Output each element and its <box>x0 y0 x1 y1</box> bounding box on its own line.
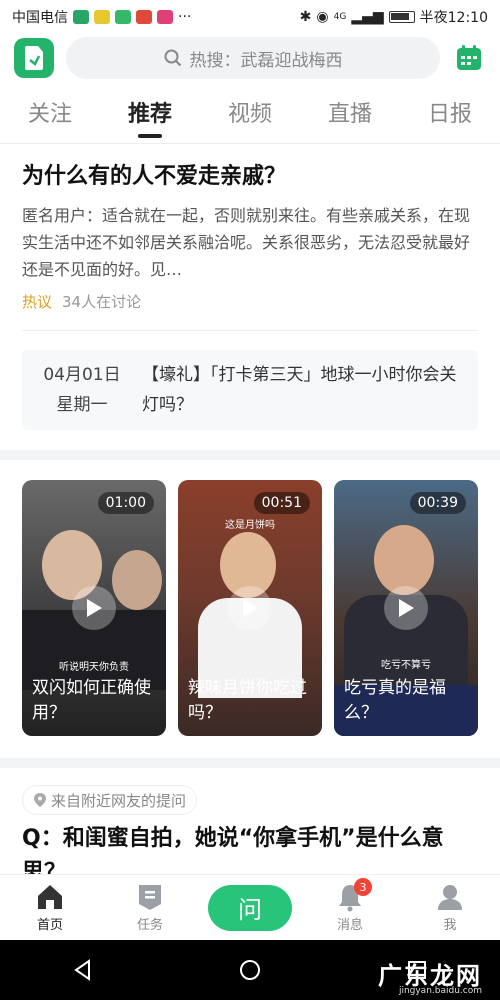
video-subtitle: 听说明天你负责 <box>59 662 129 673</box>
notification-app-icon <box>115 10 131 24</box>
watermark-url: jingyan.baidu.com <box>398 986 482 996</box>
video-duration: 00:51 <box>253 492 310 514</box>
video-thumbnail-figure <box>374 525 434 595</box>
daily-headline: 【壕礼】「打卡第三天」地球一小时你会关灯吗？ <box>142 365 457 415</box>
daily-card[interactable]: 04月01日 星期一 【壕礼】「打卡第三天」地球一小时你会关灯吗？ <box>22 350 478 430</box>
tasks-icon <box>139 885 161 910</box>
messages-badge: 3 <box>354 878 372 896</box>
nav-messages[interactable]: 3 消息 <box>310 878 390 933</box>
question-title[interactable]: Q：和闺蜜自拍，她说“你拿手机”是什么意思？ <box>22 822 478 874</box>
play-icon <box>87 599 102 617</box>
question-source-chip[interactable]: 来自附近网友的提问 <box>22 785 198 815</box>
article-card[interactable]: 为什么有的人不爱走亲戚？ 匿名用户：适合就在一起，否则就别来往。有些亲戚关系，在… <box>22 160 478 312</box>
video-row: 听说明天你负责 01:00 双闪如何正确使用？ 这是月饼吗 00:51 辣味月饼… <box>22 480 478 736</box>
nav-home[interactable]: 首页 <box>10 882 90 933</box>
calendar-icon <box>457 45 481 70</box>
eye-icon: ◉ <box>316 9 329 25</box>
video-subtitle: 这是月饼吗 <box>225 520 275 531</box>
video-caption: 辣味月饼你吃过吗？ <box>188 678 307 723</box>
search-input[interactable]: 热搜：武磊迎战梅西 <box>66 37 440 79</box>
tab-daily[interactable]: 日报 <box>428 96 472 136</box>
article-meta: 热议 34人在讨论 <box>22 291 478 312</box>
nav-me-label: 我 <box>443 918 457 933</box>
video-caption: 吃亏真的是福么？ <box>344 678 446 723</box>
notification-app-icon <box>157 10 173 24</box>
carrier-label: 中国电信 <box>12 10 68 26</box>
status-bar: 中国电信 ··· ✱ ◉ 4G ▂▄▆ 半夜12:10 <box>0 0 500 34</box>
status-left: 中国电信 ··· <box>12 7 191 27</box>
video-thumbnail-figure <box>112 550 162 610</box>
daily-weekday: 星期一 <box>56 395 108 415</box>
notification-app-icon <box>94 10 110 24</box>
battery-icon <box>388 11 415 23</box>
home-icon <box>38 885 62 909</box>
nav-tasks[interactable]: 任务 <box>110 882 190 933</box>
search-icon <box>164 49 181 67</box>
play-button[interactable] <box>228 586 272 630</box>
nav-tasks-label: 任务 <box>136 918 163 933</box>
video-duration: 00:39 <box>409 492 466 514</box>
nav-me[interactable]: 我 <box>410 882 490 933</box>
hot-tag: 热议 <box>22 293 53 311</box>
notification-app-icon <box>136 10 152 24</box>
ask-button[interactable]: 问 <box>208 884 292 931</box>
video-caption: 双闪如何正确使用？ <box>32 678 151 723</box>
nav-ask[interactable]: 问 <box>208 884 292 931</box>
signal-icon: ▂▄▆ <box>351 9 384 25</box>
notification-app-icon <box>73 10 89 24</box>
home-circle-icon[interactable] <box>238 958 262 982</box>
calendar-button[interactable] <box>452 41 486 75</box>
section-separator <box>0 450 500 460</box>
bottom-nav: 首页 任务 问 3 消息 我 <box>0 874 500 940</box>
nav-home-label: 首页 <box>36 918 63 933</box>
daily-date: 04月01日 <box>43 365 121 385</box>
section-separator <box>0 758 500 768</box>
daily-date-block: 04月01日 星期一 <box>22 360 142 420</box>
question-source-label: 来自附近网友的提问 <box>51 791 187 810</box>
app-logo-glyph <box>25 46 43 70</box>
user-icon <box>438 885 462 910</box>
play-button[interactable] <box>384 586 428 630</box>
video-duration: 01:00 <box>97 492 154 514</box>
divider <box>22 330 478 331</box>
play-icon <box>399 599 414 617</box>
app-logo-icon[interactable] <box>14 38 54 78</box>
tab-recommended[interactable]: 推荐 <box>128 96 172 138</box>
video-card[interactable]: 这是月饼吗 00:51 辣味月饼你吃过吗？ <box>178 480 322 736</box>
more-notifications-icon: ··· <box>178 9 192 25</box>
discussion-count: 34人在讨论 <box>62 293 142 311</box>
play-icon <box>243 599 258 617</box>
tab-video[interactable]: 视频 <box>228 96 272 136</box>
video-card[interactable]: 听说明天你负责 01:00 双闪如何正确使用？ <box>22 480 166 736</box>
nav-messages-label: 消息 <box>336 918 363 933</box>
video-card[interactable]: 吃亏不算亏 00:39 吃亏真的是福么？ <box>334 480 478 736</box>
network-type-label: 4G <box>333 12 347 22</box>
status-right: ✱ ◉ 4G ▂▄▆ 半夜12:10 <box>300 7 488 27</box>
tab-live[interactable]: 直播 <box>328 96 372 136</box>
location-pin-icon <box>34 793 46 807</box>
bluetooth-icon: ✱ <box>299 9 312 25</box>
article-title[interactable]: 为什么有的人不爱走亲戚？ <box>22 160 478 194</box>
tab-following[interactable]: 关注 <box>28 96 72 136</box>
article-excerpt: 匿名用户：适合就在一起，否则就别来往。有些亲戚关系，在现实生活中还不如邻居关系融… <box>22 206 471 279</box>
clock-label: 半夜12:10 <box>419 10 488 26</box>
back-triangle-icon[interactable] <box>71 958 95 982</box>
play-button[interactable] <box>72 586 116 630</box>
video-subtitle: 吃亏不算亏 <box>381 660 431 671</box>
search-placeholder: 热搜：武磊迎战梅西 <box>189 50 343 71</box>
app-screen: 中国电信 ··· ✱ ◉ 4G ▂▄▆ 半夜12:10 热搜：武磊迎战梅西 关注… <box>0 0 500 1000</box>
search-header: 热搜：武磊迎战梅西 <box>0 34 500 82</box>
category-tabs: 关注 推荐 视频 直播 日报 <box>0 88 500 144</box>
